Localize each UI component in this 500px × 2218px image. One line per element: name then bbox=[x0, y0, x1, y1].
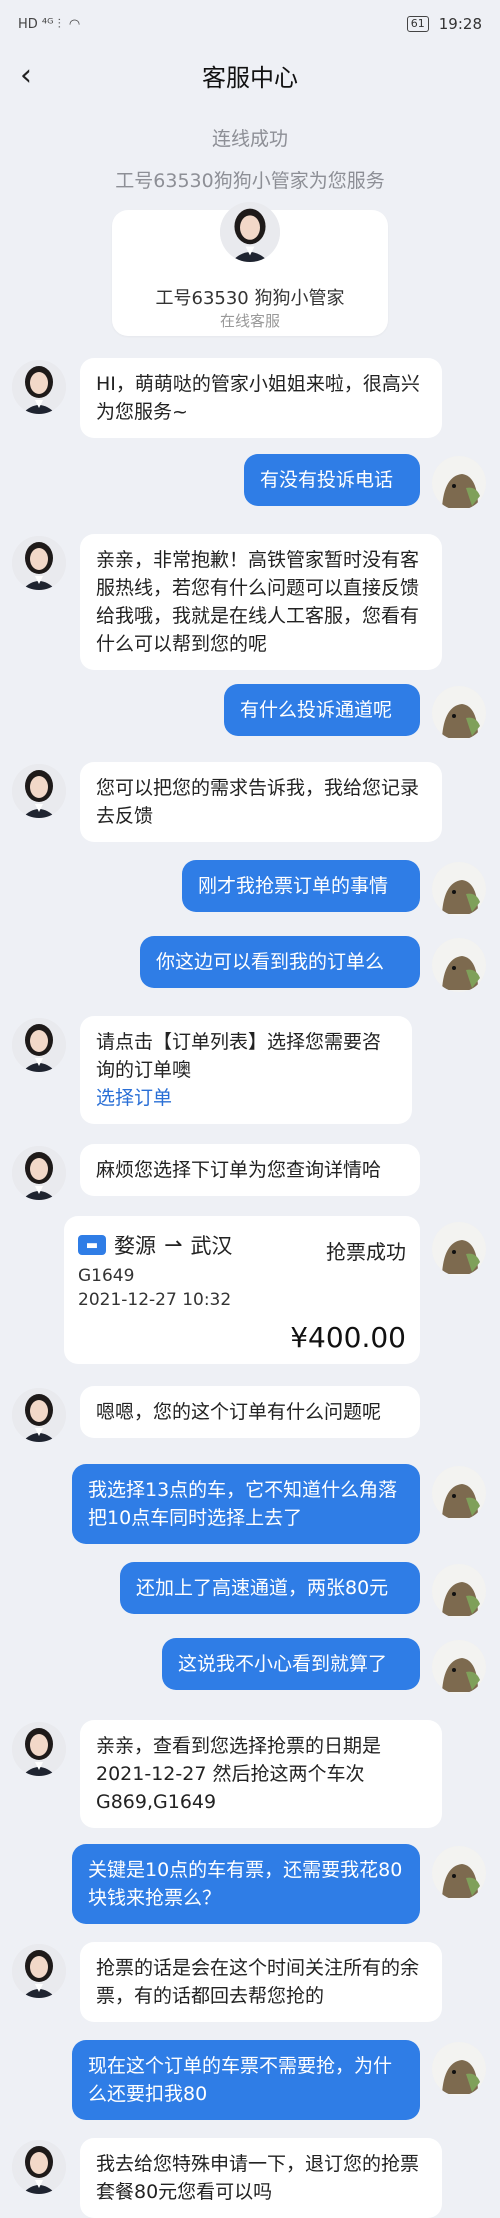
order-price: ¥400.00 bbox=[290, 1321, 406, 1354]
agent-card: 工号63530 狗狗小管家 在线客服 bbox=[112, 202, 388, 336]
arrow-right-icon: ⇀ bbox=[164, 1232, 183, 1258]
agent-name: 工号63530 狗狗小管家 bbox=[155, 288, 345, 309]
nav-bar: ‹ 客服中心 bbox=[0, 48, 500, 102]
order-datetime: 2021-12-27 10:32 bbox=[78, 1290, 232, 1310]
user-avatar bbox=[432, 1640, 486, 1694]
user-avatar bbox=[432, 1564, 486, 1618]
agent-message: 麻烦您选择下订单为您查询详情哈 bbox=[80, 1144, 420, 1196]
agent-avatar bbox=[12, 1146, 66, 1200]
page-title: 客服中心 bbox=[202, 63, 298, 92]
user-message: 刚才我抢票订单的事情 bbox=[182, 860, 420, 912]
back-arrow-icon[interactable]: ‹ bbox=[20, 58, 32, 93]
agent-message: 我去给您特殊申请一下，退订您的抢票套餐80元您看可以吗 bbox=[80, 2138, 442, 2218]
user-avatar bbox=[432, 1846, 486, 1900]
agent-avatar bbox=[12, 2140, 66, 2194]
user-message: 关键是10点的车有票，还需要我花80块钱来抢票么？ bbox=[72, 1844, 420, 1924]
agent-avatar bbox=[220, 202, 280, 262]
signal-icon: HD ⁴ᴳ ⫶ bbox=[18, 16, 61, 32]
user-message: 有什么投诉通道呢 bbox=[224, 684, 420, 736]
agent-avatar bbox=[12, 1722, 66, 1776]
agent-message-text: 请点击【订单列表】选择您需要咨询的订单噢 bbox=[96, 1031, 382, 1081]
order-status: 抢票成功 bbox=[326, 1240, 406, 1264]
agent-avatar bbox=[12, 764, 66, 818]
user-avatar bbox=[432, 1466, 486, 1520]
user-message: 有没有投诉电话 bbox=[244, 454, 420, 506]
status-right: 61 19:28 bbox=[406, 15, 482, 33]
agent-message: HI，萌萌哒的管家小姐姐来啦，很高兴为您服务~ bbox=[80, 358, 442, 438]
system-service-notice: 工号63530狗狗小管家为您服务 bbox=[115, 170, 385, 192]
order-to-station: 武汉 bbox=[190, 1234, 233, 1258]
agent-message: 亲亲，非常抱歉！高铁管家暂时没有客服热线，若您有什么问题可以直接反馈给我哦，我就… bbox=[80, 534, 442, 670]
user-avatar bbox=[432, 938, 486, 992]
agent-avatar bbox=[12, 1018, 66, 1072]
user-message: 现在这个订单的车票不需要抢，为什么还要扣我80 bbox=[72, 2040, 420, 2120]
status-bar: HD ⁴ᴳ ⫶ ◠ 61 19:28 bbox=[0, 0, 500, 48]
agent-avatar bbox=[12, 1388, 66, 1442]
user-avatar bbox=[432, 2042, 486, 2096]
agent-message: 请点击【订单列表】选择您需要咨询的订单噢 选择订单 bbox=[80, 1016, 412, 1124]
agent-avatar bbox=[12, 360, 66, 414]
wifi-icon: ◠ bbox=[68, 16, 81, 32]
agent-message: 您可以把您的需求告诉我，我给您记录去反馈 bbox=[80, 762, 442, 842]
user-message: 还加上了高速通道，两张80元 bbox=[120, 1562, 420, 1614]
agent-avatar bbox=[12, 1944, 66, 1998]
battery-icon: 61 bbox=[406, 16, 429, 32]
user-message: 这说我不小心看到就算了 bbox=[162, 1638, 420, 1690]
status-time: 19:28 bbox=[438, 15, 482, 33]
system-connected: 连线成功 bbox=[211, 128, 288, 150]
agent-message: 抢票的话是会在这个时间关注所有的余票，有的话都回去帮您抢的 bbox=[80, 1942, 442, 2022]
user-avatar bbox=[432, 456, 486, 510]
agent-message: 嗯嗯，您的这个订单有什么问题呢 bbox=[80, 1386, 420, 1438]
user-avatar bbox=[432, 1222, 486, 1276]
agent-avatar bbox=[12, 536, 66, 590]
user-message: 我选择13点的车，它不知道什么角落把10点车同时选择上去了 bbox=[72, 1464, 420, 1544]
select-order-link[interactable]: 选择订单 bbox=[96, 1084, 396, 1112]
status-left: HD ⁴ᴳ ⫶ ◠ bbox=[18, 17, 80, 32]
agent-status: 在线客服 bbox=[219, 312, 280, 330]
user-message: 你这边可以看到我的订单么 bbox=[140, 936, 420, 988]
train-icon: ▬ bbox=[78, 1235, 106, 1255]
user-avatar bbox=[432, 862, 486, 916]
agent-message: 亲亲，查看到您选择抢票的日期是2021-12-27 然后抢这两个车次G869,G… bbox=[80, 1720, 442, 1828]
order-from-station: 婺源 bbox=[114, 1234, 156, 1258]
order-card[interactable]: ▬ 婺源 ⇀ 武汉 抢票成功 G1649 2021-12-27 10:32 ¥4… bbox=[64, 1216, 420, 1364]
user-avatar bbox=[432, 686, 486, 740]
order-train-number: G1649 bbox=[78, 1266, 135, 1286]
